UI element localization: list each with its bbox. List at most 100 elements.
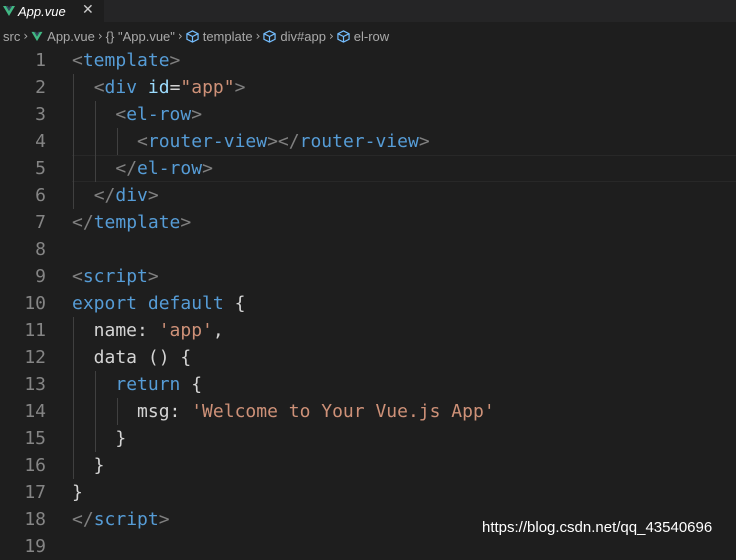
code-text: name: 'app',: [72, 317, 224, 344]
code-line[interactable]: 16 }: [0, 452, 736, 479]
code-token: {: [180, 374, 203, 395]
code-token: }: [72, 482, 83, 503]
breadcrumb-item-div-app[interactable]: div#app: [263, 29, 326, 44]
code-token: >: [191, 104, 203, 125]
code-token: div: [104, 77, 138, 98]
code-token: <: [72, 50, 83, 71]
tab-app-vue[interactable]: App.vue ✕: [0, 0, 104, 22]
code-token: }: [72, 428, 127, 449]
code-token: ></: [267, 131, 300, 152]
line-number: 3: [35, 104, 46, 125]
code-line[interactable]: 3 <el-row>: [0, 101, 736, 128]
code-token: >: [169, 50, 181, 71]
line-number: 12: [24, 347, 46, 368]
line-number: 14: [24, 401, 46, 422]
line-number: 15: [24, 428, 46, 449]
code-text: data () {: [72, 344, 192, 371]
code-line[interactable]: 11 name: 'app',: [0, 317, 736, 344]
line-number: 9: [35, 266, 46, 287]
breadcrumb-item-src[interactable]: src: [3, 29, 20, 44]
code-token: </: [93, 185, 116, 206]
code-token: id: [147, 77, 170, 98]
code-text: </el-row>: [72, 155, 213, 182]
code-line[interactable]: 6 </div>: [0, 182, 736, 209]
line-number: 18: [24, 509, 46, 530]
code-text: </template>: [72, 209, 191, 236]
code-token: <: [93, 77, 105, 98]
code-token: <: [137, 131, 148, 152]
close-icon[interactable]: ✕: [82, 2, 94, 18]
code-token: el-row: [137, 158, 203, 179]
code-token: el-row: [126, 104, 192, 125]
line-number: 17: [24, 482, 46, 503]
code-token: name:: [72, 320, 159, 341]
code-line[interactable]: 12 data () {: [0, 344, 736, 371]
code-text: <template>: [72, 47, 180, 74]
code-token: msg:: [72, 401, 192, 422]
code-editor[interactable]: 1 <template> 2 <div id="app"> 3 <el-row> 4 <…: [0, 47, 736, 557]
code-line[interactable]: 9 <script>: [0, 263, 736, 290]
breadcrumb-item-template[interactable]: template: [186, 29, 253, 44]
breadcrumb-item-el-row[interactable]: el-row: [337, 29, 389, 44]
code-text: export default {: [72, 290, 245, 317]
code-text: }: [72, 425, 126, 452]
code-line[interactable]: 2 <div id="app">: [0, 74, 736, 101]
code-line[interactable]: 5 </el-row>: [0, 155, 736, 182]
code-text: </script>: [72, 506, 170, 533]
breadcrumb-label: src: [3, 28, 21, 44]
line-number: 2: [35, 77, 46, 98]
cube-icon: [186, 29, 199, 43]
code-line[interactable]: 17}: [0, 479, 736, 506]
breadcrumb-item-module[interactable]: {} "App.vue": [106, 29, 175, 44]
code-line[interactable]: 19: [0, 533, 736, 560]
code-text: }: [72, 452, 105, 479]
code-token: >: [234, 77, 246, 98]
chevron-right-icon: ›: [177, 29, 183, 43]
line-number: 19: [24, 536, 46, 557]
code-token: data () {: [72, 347, 192, 368]
breadcrumb: src › App.vue › {} "App.vue" › template …: [0, 25, 736, 47]
code-text: }: [72, 479, 83, 506]
breadcrumb-label: template: [202, 28, 253, 44]
line-number: 5: [35, 158, 46, 179]
code-token: {: [223, 293, 246, 314]
code-line[interactable]: 7 </template>: [0, 209, 736, 236]
code-line[interactable]: 13 return {: [0, 371, 736, 398]
code-token: >: [180, 212, 192, 233]
code-line[interactable]: 4 <router-view></router-view>: [0, 128, 736, 155]
code-token: return: [115, 374, 181, 395]
code-token: >: [147, 185, 159, 206]
code-token: =: [169, 77, 181, 98]
watermark: https://blog.csdn.net/qq_43540696: [482, 519, 713, 536]
code-token: 'Welcome to Your Vue.js App': [191, 401, 495, 422]
chevron-right-icon: ›: [255, 29, 261, 43]
code-token: <: [115, 104, 127, 125]
chevron-right-icon: ›: [97, 29, 103, 43]
line-number: 4: [35, 131, 46, 152]
code-line[interactable]: 15 }: [0, 425, 736, 452]
code-token: >: [418, 131, 430, 152]
code-token: export: [72, 293, 138, 314]
code-line[interactable]: 10 export default {: [0, 290, 736, 317]
code-line[interactable]: 8: [0, 236, 736, 263]
code-token: </: [115, 158, 138, 179]
breadcrumb-item-file[interactable]: App.vue: [31, 29, 95, 44]
breadcrumb-label: div#app: [280, 28, 326, 44]
code-token: >: [202, 158, 213, 179]
code-text: <el-row>: [72, 101, 202, 128]
line-number: 6: [35, 185, 46, 206]
code-token: template: [93, 212, 181, 233]
line-number: 7: [35, 212, 46, 233]
breadcrumb-label: el-row: [353, 28, 390, 44]
cube-icon: [263, 29, 277, 43]
code-line[interactable]: 1 <template>: [0, 47, 736, 74]
code-text: <div id="app">: [72, 74, 246, 101]
code-token: </: [72, 212, 94, 233]
breadcrumb-label: App.vue: [47, 28, 95, 44]
code-line[interactable]: 14 msg: 'Welcome to Your Vue.js App': [0, 398, 736, 425]
code-text: <script>: [72, 263, 159, 290]
